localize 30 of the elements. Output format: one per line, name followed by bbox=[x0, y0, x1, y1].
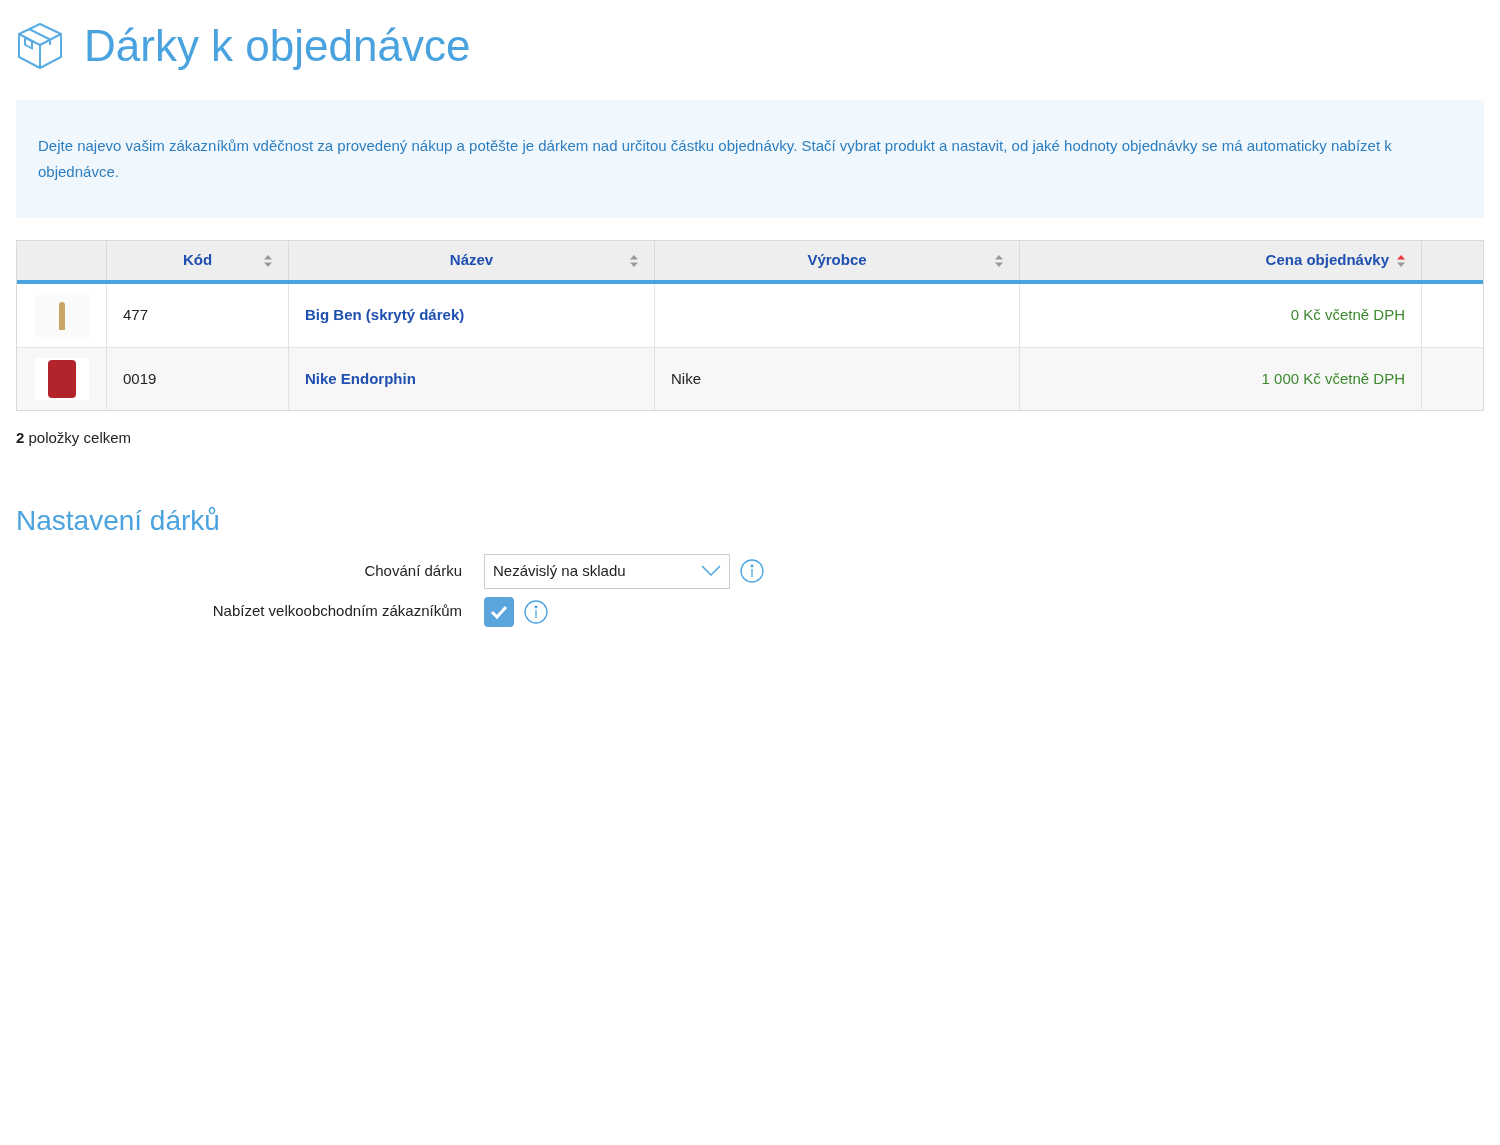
table-cell-text: 1 000 Kč včetně DPH bbox=[1261, 368, 1405, 389]
table-cell-text: 0 Kč včetně DPH bbox=[1290, 305, 1405, 326]
product-link[interactable]: Nike Endorphin bbox=[305, 367, 416, 391]
field-label: Nabízet velkoobchodním zákazníkům bbox=[211, 601, 462, 622]
sort-icon[interactable] bbox=[995, 254, 1003, 267]
column-header[interactable]: Kód bbox=[107, 241, 289, 280]
table-cell-text: Nike bbox=[671, 368, 701, 389]
table-cell-text: 0019 bbox=[123, 368, 157, 389]
sort-icon[interactable] bbox=[264, 254, 272, 267]
box-icon bbox=[16, 21, 64, 71]
select-field[interactable]: Nezávislý na skladu bbox=[484, 553, 730, 589]
table-cell-text: 477 bbox=[123, 305, 149, 326]
field-label: Chování dárku bbox=[363, 560, 462, 581]
sort-icon[interactable] bbox=[1397, 254, 1405, 267]
sort-icon[interactable] bbox=[630, 254, 638, 267]
check-icon bbox=[490, 604, 508, 619]
page-title: Dárky k objednávce bbox=[84, 20, 471, 72]
checkbox[interactable] bbox=[484, 596, 514, 627]
info-panel: Dejte najevo vašim zákazníkům vděčnost za provedený nákup a potěšte je dárkem nad určitou částku objednávky. Stačí vybrat produkt a nastavit, od jaké hodnoty objednávky se má automaticky nabízet k objednávce. bbox=[16, 100, 1484, 218]
column-header[interactable]: Výrobce bbox=[655, 241, 1020, 280]
column-header[interactable]: Cena objednávky bbox=[1020, 241, 1422, 280]
product-thumbnail bbox=[34, 358, 89, 400]
info-icon[interactable] bbox=[740, 559, 764, 583]
product-thumbnail bbox=[34, 294, 89, 337]
info-icon[interactable] bbox=[524, 599, 548, 624]
item-count: 2 položky celkem bbox=[16, 428, 133, 448]
section-title: Nastavení dárků bbox=[16, 503, 221, 538]
chevron-down-icon bbox=[701, 565, 721, 577]
product-link[interactable]: Big Ben (skrytý dárek) bbox=[305, 304, 465, 327]
column-header[interactable]: Název bbox=[289, 241, 655, 280]
